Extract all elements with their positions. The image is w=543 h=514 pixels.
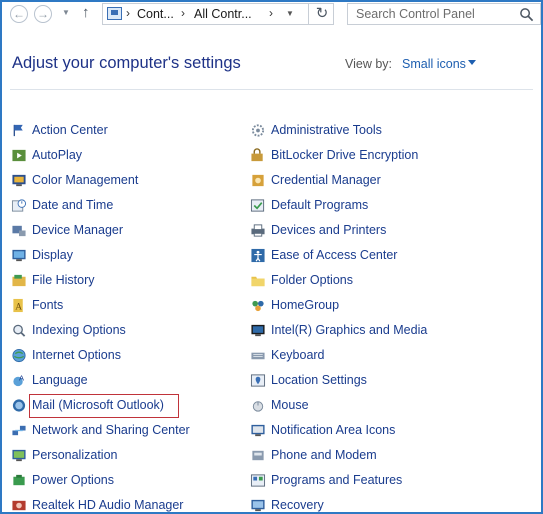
search-icon[interactable]: [519, 7, 534, 22]
control-panel-item-label[interactable]: Default Programs: [271, 193, 368, 218]
search-box[interactable]: Search Control Panel: [347, 3, 541, 25]
up-arrow-icon[interactable]: ↑: [82, 4, 90, 21]
breadcrumb-item[interactable]: Cont...: [137, 7, 174, 21]
audio-icon: [12, 500, 26, 511]
page-title: Adjust your computer's settings: [12, 54, 241, 72]
control-panel-item-label[interactable]: Power Options: [32, 468, 114, 493]
color-management-icon: [12, 174, 26, 187]
control-panel-item-label[interactable]: Color Management: [32, 168, 138, 193]
svg-text:A: A: [15, 302, 22, 312]
control-panel-icon: [107, 7, 122, 20]
view-by-label: View by:: [345, 57, 393, 71]
control-panel-item-label[interactable]: Indexing Options: [32, 318, 126, 343]
mail-icon: [12, 399, 26, 412]
intel-graphics-icon: [251, 324, 265, 337]
control-panel-item-label[interactable]: Folder Options: [271, 268, 353, 293]
control-panel-item-label[interactable]: Notification Area Icons: [271, 418, 395, 443]
homegroup-icon: [252, 300, 264, 312]
control-panel-window: ← → ▼ ↑ › Cont... › All Contr... › ▼ ↻ S…: [0, 0, 543, 514]
control-panel-item-label[interactable]: Intel(R) Graphics and Media: [271, 318, 427, 343]
credential-icon: [252, 174, 264, 187]
divider: [10, 89, 533, 90]
location-icon: [250, 374, 266, 387]
indexing-icon: [13, 324, 26, 337]
bitlocker-icon: [251, 148, 263, 162]
control-panel-item-label[interactable]: Keyboard: [271, 343, 325, 368]
control-panel-item-label[interactable]: Network and Sharing Center: [32, 418, 190, 443]
mouse-icon: [252, 401, 264, 412]
breadcrumb-separator[interactable]: ›: [269, 6, 273, 20]
autoplay-icon: [12, 149, 26, 162]
display-icon: [12, 249, 26, 262]
control-panel-item-label[interactable]: BitLocker Drive Encryption: [271, 143, 418, 168]
breadcrumb-separator[interactable]: ›: [181, 6, 185, 20]
network-icon: [12, 425, 26, 436]
control-panel-item-label[interactable]: Personalization: [32, 443, 117, 468]
admin-tools-icon: [251, 124, 265, 137]
control-panel-item-label[interactable]: Display: [32, 243, 73, 268]
back-button[interactable]: ←: [10, 5, 28, 23]
control-panel-item-label[interactable]: Recovery: [271, 493, 324, 512]
control-panel-item-label[interactable]: Location Settings: [271, 368, 367, 393]
language-icon: A: [13, 374, 24, 387]
control-panel-item-label[interactable]: Action Center: [32, 118, 108, 143]
fonts-icon: A: [13, 298, 23, 312]
breadcrumb-item[interactable]: All Contr...: [194, 7, 252, 21]
recent-pages-dropdown-icon[interactable]: ▼: [62, 8, 70, 17]
control-panel-item-label[interactable]: Mouse: [271, 393, 309, 418]
control-panel-item-label[interactable]: Ease of Access Center: [271, 243, 397, 268]
flag-icon: [13, 124, 23, 137]
printer-icon: [251, 224, 265, 237]
clock-icon: [11, 199, 27, 212]
control-panel-item-label[interactable]: Device Manager: [32, 218, 123, 243]
control-panel-item-label[interactable]: Phone and Modem: [271, 443, 377, 468]
control-panel-item-label[interactable]: Credential Manager: [271, 168, 381, 193]
file-history-icon: [12, 274, 26, 287]
control-panel-item-label[interactable]: HomeGroup: [271, 293, 339, 318]
recovery-icon: [251, 499, 265, 512]
control-panel-item-label[interactable]: Internet Options: [32, 343, 121, 368]
control-panel-item-label[interactable]: Devices and Printers: [271, 218, 386, 243]
svg-text:A: A: [19, 374, 24, 383]
keyboard-icon: [251, 352, 265, 360]
control-panel-item-label[interactable]: Date and Time: [32, 193, 113, 218]
address-dropdown-icon[interactable]: ▼: [286, 9, 294, 18]
ease-of-access-icon: [251, 248, 265, 263]
control-panel-item-label[interactable]: Realtek HD Audio Manager: [32, 493, 183, 512]
programs-icon: [250, 474, 266, 487]
search-input[interactable]: Search Control Panel: [356, 7, 475, 21]
control-panel-item-label[interactable]: AutoPlay: [32, 143, 82, 168]
power-icon: [13, 474, 25, 486]
control-panel-item-label[interactable]: Administrative Tools: [271, 118, 382, 143]
globe-icon: [12, 348, 26, 363]
mail-highlight-box: [29, 394, 179, 418]
control-panel-item-label[interactable]: Programs and Features: [271, 468, 402, 493]
forward-button[interactable]: →: [34, 5, 52, 23]
view-by-dropdown[interactable]: Small icons: [402, 57, 466, 71]
control-panel-item-label[interactable]: Fonts: [32, 293, 63, 318]
folder-icon: [251, 276, 265, 287]
control-panel-item-label[interactable]: File History: [32, 268, 95, 293]
personalization-icon: [12, 449, 26, 462]
chevron-down-icon[interactable]: [468, 60, 476, 65]
default-programs-icon: [250, 199, 265, 212]
phone-icon: [252, 450, 264, 461]
breadcrumb-separator[interactable]: ›: [126, 6, 130, 20]
device-manager-icon: [12, 225, 26, 237]
address-bar[interactable]: › Cont... › All Contr... › ▼ ↻: [102, 3, 334, 25]
navigation-bar: ← → ▼ ↑ › Cont... › All Contr... › ▼ ↻ S…: [2, 2, 541, 28]
refresh-button[interactable]: ↻: [308, 3, 335, 25]
control-panel-item-label[interactable]: Language: [32, 368, 88, 393]
notification-icon: [251, 424, 265, 437]
